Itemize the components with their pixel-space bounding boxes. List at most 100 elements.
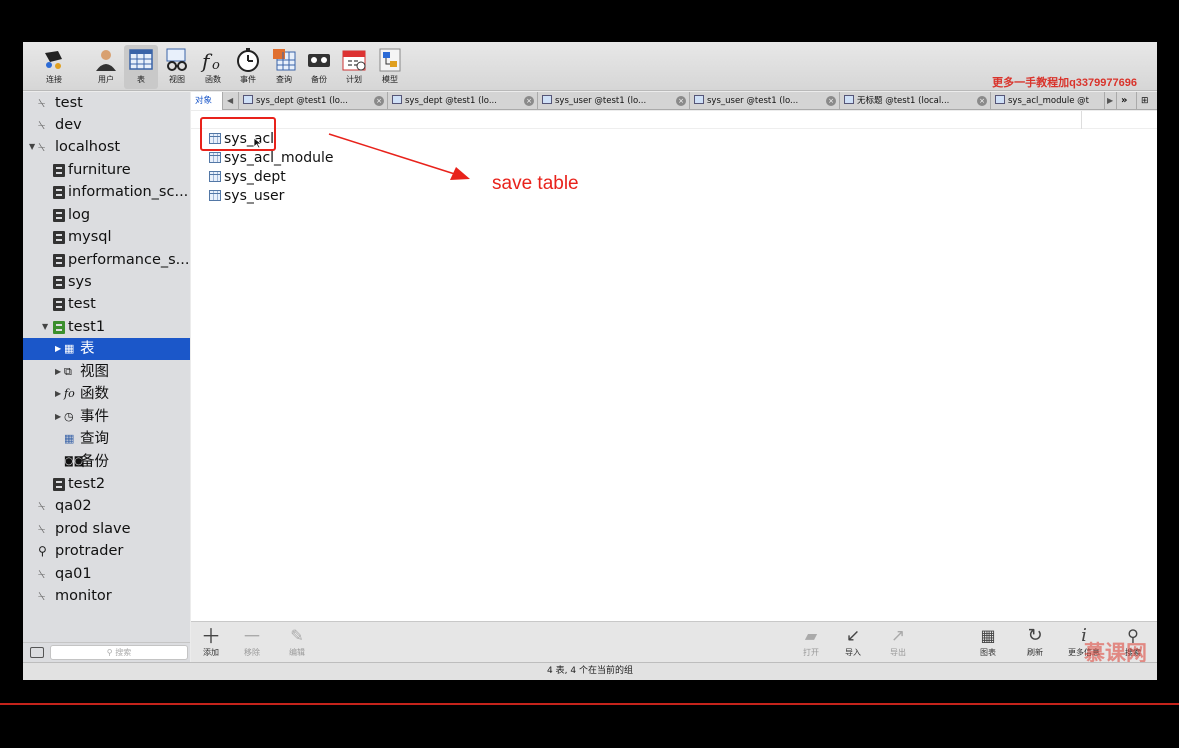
add-button[interactable]: ＋ 添加 [194, 624, 228, 658]
tree-item-label: qa01 [55, 566, 92, 582]
tab-sys-user[interactable]: sys_user @test1 (lo... × [538, 92, 690, 110]
toolbar-user-button[interactable]: 用户 [89, 45, 123, 89]
tab-sys-dept-2[interactable]: sys_dept @test1 (lo... × [388, 92, 538, 110]
toolbar-label: 查询 [276, 75, 292, 84]
edit-button[interactable]: ✎ 编辑 [280, 624, 314, 658]
open-button[interactable]: ▰ 打开 [794, 624, 828, 658]
connection-icon: ⚲ [38, 544, 47, 558]
tree-item-connection[interactable]: ⍀ dev [23, 114, 190, 136]
tab-overflow-icon[interactable]: » [1117, 92, 1137, 110]
disclosure-closed-icon[interactable]: ▶ [55, 338, 61, 360]
connection-tree: ⍀ test ⍀ dev ▼ ⍀ localhost furniture inf… [23, 92, 190, 662]
toolbar-label: 备份 [311, 75, 327, 84]
table-icon: ▦ [64, 342, 75, 355]
disclosure-open-icon[interactable]: ▼ [42, 316, 48, 338]
toolbar-backup-button[interactable]: 备份 [302, 45, 336, 89]
tree-item-label: sys [68, 274, 92, 290]
tree-item-database[interactable]: performance_s... [23, 249, 190, 271]
tree-item-functions[interactable]: ▶ fo 函数 [23, 383, 190, 405]
button-label: 编辑 [289, 648, 305, 657]
chart-button[interactable]: ▦ 图表 [971, 624, 1005, 658]
tree-item-connection[interactable]: ⍀ qa01 [23, 563, 190, 585]
tree-item-database[interactable]: furniture [23, 159, 190, 181]
tree-item-connection[interactable]: ⍀ qa02 [23, 495, 190, 517]
button-label: 打开 [803, 648, 819, 657]
toolbar-function-button[interactable]: f o 函数 [196, 45, 230, 89]
design-table-icon [542, 95, 552, 104]
connection-icon: ⍀ [38, 96, 46, 110]
tree-item-label: 事件 [80, 409, 109, 425]
database-icon [53, 164, 65, 177]
database-icon [53, 186, 65, 199]
tree-item-database[interactable]: ▼ test1 [23, 316, 190, 338]
refresh-icon: ↻ [1027, 625, 1043, 646]
sidebar-footer: ⚲ 搜索 [23, 642, 190, 662]
connection-icon: ⍀ [38, 567, 46, 581]
view-icon: ⧉ [64, 365, 72, 378]
tab-sys-dept[interactable]: sys_dept @test1 (lo... × [239, 92, 388, 110]
tree-item-database[interactable]: log [23, 204, 190, 226]
tree-item-backups[interactable]: ◙◙ 备份 [23, 451, 190, 473]
tab-objects[interactable]: 对象 [191, 92, 223, 110]
remove-button[interactable]: － 移除 [235, 624, 269, 658]
disclosure-closed-icon[interactable]: ▶ [55, 361, 61, 383]
toolbar-label: 模型 [382, 75, 398, 84]
tree-item-events[interactable]: ▶ ◷ 事件 [23, 406, 190, 428]
close-tab-icon[interactable]: × [374, 96, 384, 106]
tree-item-connection[interactable]: ▼ ⍀ localhost [23, 136, 190, 158]
tree-item-label: information_sc... [68, 184, 189, 200]
tree-item-label: test1 [68, 319, 106, 335]
close-tab-icon[interactable]: × [676, 96, 686, 106]
database-icon [53, 231, 65, 244]
toolbar-label: 表 [137, 75, 145, 84]
disclosure-closed-icon[interactable]: ▶ [55, 383, 61, 405]
close-tab-icon[interactable]: × [977, 96, 987, 106]
tree-item-connection[interactable]: ⚲ protrader [23, 540, 190, 562]
tree-item-connection[interactable]: ⍀ monitor [23, 585, 190, 607]
import-icon: ↙ [845, 626, 861, 646]
design-table-icon [995, 95, 1005, 104]
tree-item-label: 查询 [80, 431, 109, 447]
tree-item-database[interactable]: sys [23, 271, 190, 293]
tree-item-connection[interactable]: ⍀ prod slave [23, 518, 190, 540]
new-tab-icon[interactable]: ⊞ [1137, 92, 1157, 110]
tree-item-views[interactable]: ▶ ⧉ 视图 [23, 361, 190, 383]
import-button[interactable]: ↙ 导入 [836, 624, 870, 658]
close-tab-icon[interactable]: × [826, 96, 836, 106]
tree-item-queries[interactable]: ▦ 查询 [23, 428, 190, 450]
toolbar-model-button[interactable]: 模型 [373, 45, 407, 89]
tab-scroll-left-icon[interactable]: ◀ [223, 92, 239, 110]
toolbar-connection-button[interactable]: 连接 [37, 45, 71, 89]
tree-item-label: log [68, 207, 91, 223]
tab-untitled-query[interactable]: 无标题 @test1 (local... × [840, 92, 991, 110]
tree-item-database[interactable]: information_sc... [23, 181, 190, 203]
refresh-button[interactable]: ↻ 刷新 [1018, 624, 1052, 658]
connection-icon: ⍀ [38, 140, 46, 154]
toolbar-schedule-button[interactable]: 计划 [337, 45, 371, 89]
toolbar-event-button[interactable]: 事件 [231, 45, 265, 89]
toolbar-query-button[interactable]: 查询 [267, 45, 301, 89]
tree-item-connection[interactable]: ⍀ test [23, 92, 190, 114]
close-tab-icon[interactable]: × [524, 96, 534, 106]
disclosure-closed-icon[interactable]: ▶ [55, 406, 61, 428]
plus-icon: ＋ [201, 624, 221, 648]
video-progress-line [0, 703, 1179, 705]
tab-sys-acl-module[interactable]: sys_acl_module @t [991, 92, 1105, 110]
tree-item-database[interactable]: test2 [23, 473, 190, 495]
tab-sys-user-2[interactable]: sys_user @test1 (lo... × [690, 92, 840, 110]
tree-item-database[interactable]: mysql [23, 226, 190, 248]
export-button[interactable]: ↗ 导出 [881, 624, 915, 658]
disclosure-open-icon[interactable]: ▼ [29, 136, 35, 158]
sidebar-toggle-icon[interactable] [30, 647, 44, 658]
toolbar-view-button[interactable]: 视图 [160, 45, 194, 89]
tree-item-tables[interactable]: ▶ ▦ 表 [23, 338, 190, 360]
toolbar-table-button[interactable]: 表 [124, 45, 158, 89]
model-icon [379, 48, 401, 72]
annotation-arrow [328, 133, 470, 180]
tab-scroll-right-icon[interactable]: ▶ [1105, 92, 1117, 110]
tree-item-database[interactable]: test [23, 293, 190, 315]
sidebar-search-input[interactable]: ⚲ 搜索 [50, 645, 188, 660]
tab-label: sys_dept @test1 (lo... [405, 96, 497, 106]
button-label: 图表 [980, 648, 996, 657]
tree-item-label: test2 [68, 476, 106, 492]
